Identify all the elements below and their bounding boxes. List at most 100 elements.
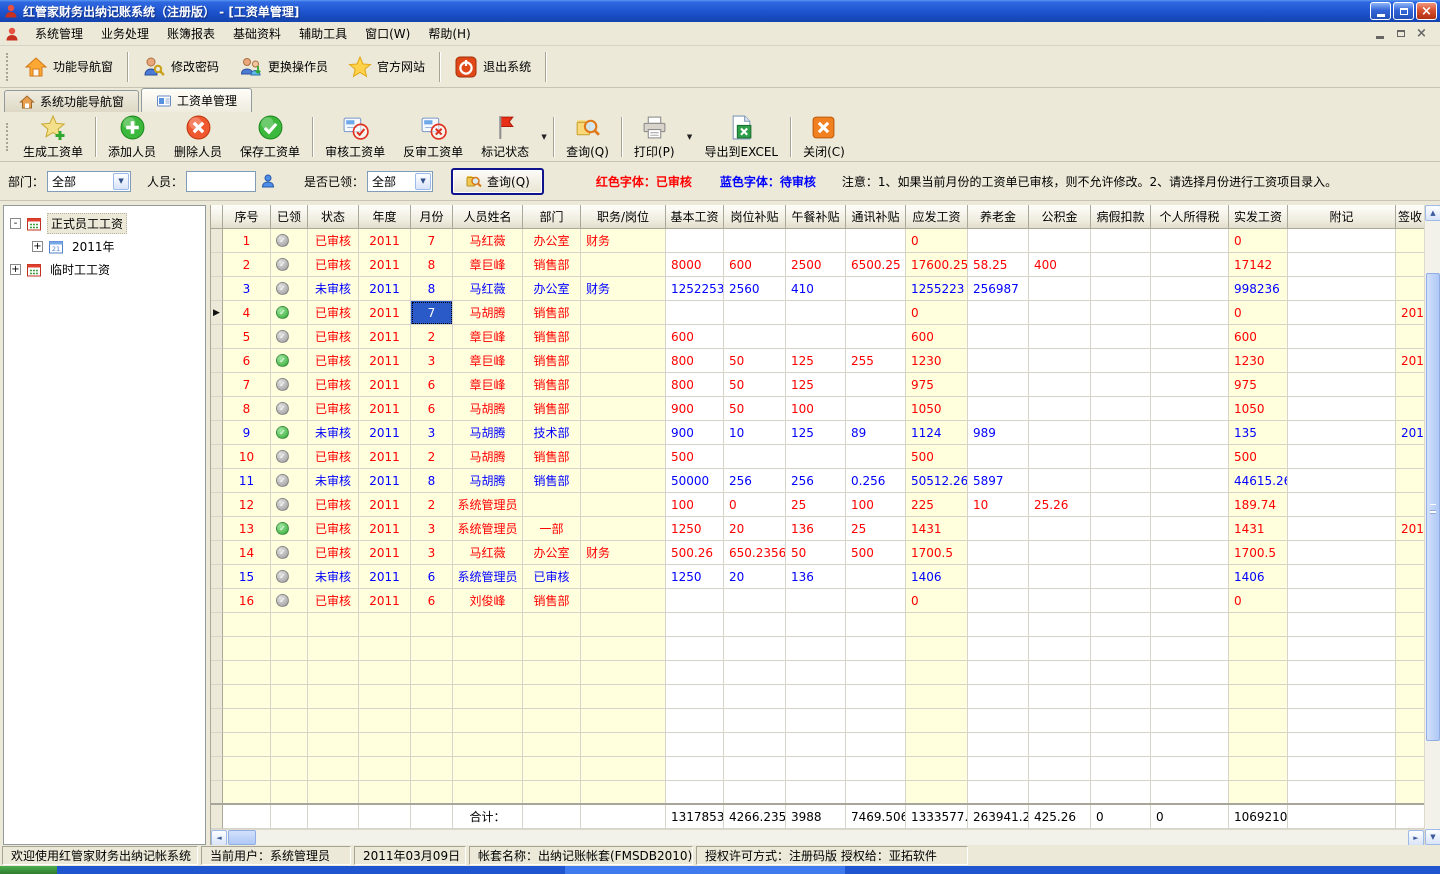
table-cell[interactable] (1151, 253, 1229, 277)
column-header[interactable]: 公积金 (1029, 205, 1091, 229)
column-header[interactable]: 状态 (308, 205, 359, 229)
table-cell[interactable]: 44615.26 (1229, 469, 1288, 493)
table-cell[interactable]: 2011 (359, 445, 411, 469)
table-cell[interactable]: 50 (724, 349, 786, 373)
table-cell[interactable] (968, 565, 1029, 589)
table-cell[interactable] (1091, 589, 1151, 613)
table-cell[interactable] (1396, 229, 1425, 253)
toolbar-button[interactable]: 标记状态 (472, 112, 538, 161)
table-cell[interactable] (1151, 589, 1229, 613)
table-cell[interactable]: 8000 (666, 253, 724, 277)
table-cell[interactable] (666, 229, 724, 253)
received-cell[interactable]: ✓ (271, 397, 308, 421)
table-cell[interactable]: 998236 (1229, 277, 1288, 301)
table-cell[interactable] (1091, 445, 1151, 469)
tab-system-navigation[interactable]: 系统功能导航窗 (4, 90, 139, 112)
table-cell[interactable]: 20 (724, 565, 786, 589)
table-row[interactable]: 1✓已审核20117马红薇办公室财务00 (211, 229, 1424, 253)
vertical-scroll-thumb[interactable] (1426, 273, 1440, 741)
table-cell[interactable]: 销售部 (523, 397, 581, 421)
table-row[interactable]: 6✓已审核20113章巨峰销售部80050125255123012302011 (211, 349, 1424, 373)
table-cell[interactable] (846, 445, 906, 469)
table-cell[interactable] (1288, 397, 1396, 421)
table-cell[interactable]: 已审核 (308, 229, 359, 253)
table-cell[interactable]: 136 (786, 517, 846, 541)
table-cell[interactable]: 25 (846, 517, 906, 541)
table-cell[interactable]: 50512.26 (906, 469, 968, 493)
table-cell[interactable]: 125 (786, 421, 846, 445)
table-row[interactable]: 16✓已审核20116刘俊峰销售部00 (211, 589, 1424, 613)
table-cell[interactable] (846, 301, 906, 325)
table-cell[interactable] (1288, 517, 1396, 541)
mdi-close-button[interactable]: × (1413, 26, 1430, 41)
table-cell[interactable] (1091, 301, 1151, 325)
table-cell[interactable] (846, 229, 906, 253)
table-cell[interactable]: 900 (666, 421, 724, 445)
chevron-down-icon[interactable]: ▼ (113, 173, 129, 190)
table-cell[interactable]: 0 (906, 229, 968, 253)
table-cell[interactable]: 8 (223, 397, 271, 421)
dropdown-arrow-button[interactable]: ▼ (684, 112, 696, 161)
table-cell[interactable]: 2011 (1396, 301, 1425, 325)
table-cell[interactable]: 600 (1229, 325, 1288, 349)
table-row[interactable]: 10✓已审核20112马胡腾销售部500500500 (211, 445, 1424, 469)
table-cell[interactable]: 6 (411, 397, 453, 421)
received-cell[interactable]: ✓ (271, 349, 308, 373)
person-input[interactable] (186, 171, 256, 192)
table-row[interactable]: 9✓未审核20113马胡腾技术部900101258911249891352011 (211, 421, 1424, 445)
table-cell[interactable]: 刘俊峰 (453, 589, 523, 613)
table-cell[interactable]: 已审核 (308, 397, 359, 421)
table-cell[interactable] (1029, 541, 1091, 565)
table-cell[interactable]: 已审核 (308, 253, 359, 277)
table-cell[interactable]: 8 (411, 469, 453, 493)
table-cell[interactable]: 189.74 (1229, 493, 1288, 517)
table-cell[interactable]: 2011 (359, 517, 411, 541)
received-cell[interactable]: ✓ (271, 229, 308, 253)
table-cell[interactable]: 800 (666, 373, 724, 397)
table-cell[interactable] (1288, 277, 1396, 301)
table-cell[interactable] (724, 445, 786, 469)
column-header[interactable]: 签收 (1396, 205, 1425, 229)
table-cell[interactable] (581, 349, 666, 373)
table-cell[interactable] (1396, 541, 1425, 565)
table-cell[interactable]: 已审核 (308, 373, 359, 397)
table-cell[interactable]: 3 (411, 349, 453, 373)
query-button[interactable]: 查询(Q) (451, 168, 544, 195)
table-cell[interactable]: 50 (786, 541, 846, 565)
table-cell[interactable]: 未审核 (308, 565, 359, 589)
toolbar-button[interactable]: 保存工资单 (231, 112, 309, 161)
table-cell[interactable]: 1255223 (906, 277, 968, 301)
table-cell[interactable]: 58.25 (968, 253, 1029, 277)
chevron-down-icon[interactable]: ▼ (415, 173, 431, 190)
table-cell[interactable] (581, 397, 666, 421)
table-cell[interactable] (1396, 565, 1425, 589)
table-cell[interactable]: 25.26 (1029, 493, 1091, 517)
table-cell[interactable]: 100 (786, 397, 846, 421)
table-cell[interactable]: 2011 (359, 421, 411, 445)
table-cell[interactable]: 3 (411, 517, 453, 541)
table-row[interactable]: ▶4✓已审核20117马胡腾销售部002011 (211, 301, 1424, 325)
table-cell[interactable] (1288, 469, 1396, 493)
table-cell[interactable] (846, 373, 906, 397)
table-cell[interactable]: 1700.5 (906, 541, 968, 565)
table-cell[interactable]: 销售部 (523, 589, 581, 613)
table-cell[interactable] (1091, 493, 1151, 517)
column-header[interactable]: 应发工资 (906, 205, 968, 229)
table-cell[interactable]: 1050 (906, 397, 968, 421)
column-header[interactable]: 月份 (411, 205, 453, 229)
table-cell[interactable] (1396, 469, 1425, 493)
table-cell[interactable]: 系统管理员 (453, 493, 523, 517)
table-cell[interactable] (1029, 349, 1091, 373)
received-cell[interactable]: ✓ (271, 445, 308, 469)
table-cell[interactable] (1396, 253, 1425, 277)
received-cell[interactable]: ✓ (271, 421, 308, 445)
table-row[interactable]: 2✓已审核20118章巨峰销售部800060025006500.2517600.… (211, 253, 1424, 277)
table-cell[interactable]: 6 (411, 373, 453, 397)
table-row[interactable]: 15✓未审核20116系统管理员已审核12502013614061406 (211, 565, 1424, 589)
table-cell[interactable]: 技术部 (523, 421, 581, 445)
department-select[interactable]: 全部 ▼ (47, 171, 131, 192)
table-cell[interactable] (786, 229, 846, 253)
table-cell[interactable]: 100 (846, 493, 906, 517)
table-cell[interactable] (1091, 349, 1151, 373)
table-row[interactable]: 5✓已审核20112章巨峰销售部600600600 (211, 325, 1424, 349)
